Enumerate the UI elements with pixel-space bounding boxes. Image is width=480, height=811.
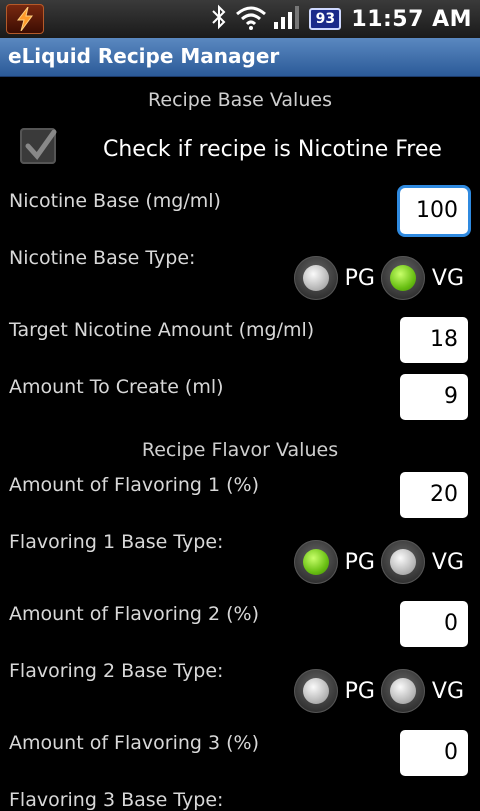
flavor1-vg-radio[interactable] bbox=[380, 540, 425, 584]
nicotine-pg-label: PG bbox=[344, 265, 375, 291]
flavor2-vg-radio[interactable] bbox=[380, 669, 425, 713]
flavor3-input[interactable]: 0 bbox=[400, 730, 468, 776]
flavor1-type-group: PG VG bbox=[293, 540, 470, 584]
flavor2-type-label: Flavoring 2 Base Type: bbox=[9, 660, 224, 682]
amount-to-create-label: Amount To Create (ml) bbox=[9, 376, 224, 398]
target-nicotine-label: Target Nicotine Amount (mg/ml) bbox=[9, 319, 315, 341]
flavor3-type-label: Flavoring 3 Base Type: bbox=[9, 789, 224, 811]
nicotine-base-label: Nicotine Base (mg/ml) bbox=[9, 190, 221, 212]
flavor2-label: Amount of Flavoring 2 (%) bbox=[9, 603, 260, 625]
flavor2-pg-label: PG bbox=[344, 678, 375, 704]
nicotine-free-checkbox[interactable] bbox=[20, 128, 57, 164]
section-header-base: Recipe Base Values bbox=[148, 89, 332, 111]
target-nicotine-input[interactable]: 18 bbox=[400, 317, 468, 363]
nicotine-free-label: Check if recipe is Nicotine Free bbox=[103, 137, 442, 162]
battery-level: 93 bbox=[315, 11, 336, 27]
status-bar: 93 11:57 AM bbox=[0, 0, 480, 38]
amount-to-create-input[interactable]: 9 bbox=[400, 374, 468, 420]
notification-app-icon bbox=[6, 4, 44, 34]
signal-icon bbox=[273, 4, 303, 34]
flavor2-type-group: PG VG bbox=[293, 669, 470, 713]
bluetooth-icon bbox=[209, 4, 229, 34]
wifi-icon bbox=[235, 4, 267, 34]
nicotine-vg-radio[interactable] bbox=[380, 256, 425, 300]
flavor3-label: Amount of Flavoring 3 (%) bbox=[9, 732, 260, 754]
flavor2-vg-label: VG bbox=[431, 678, 464, 704]
status-clock: 11:57 AM bbox=[351, 6, 472, 32]
flavor2-input[interactable]: 0 bbox=[400, 601, 468, 647]
flavor1-pg-label: PG bbox=[344, 549, 375, 575]
section-header-flavor: Recipe Flavor Values bbox=[141, 439, 339, 461]
nicotine-base-type-group: PG VG bbox=[293, 256, 470, 300]
nicotine-base-type-label: Nicotine Base Type: bbox=[9, 247, 196, 269]
flavor1-input[interactable]: 20 bbox=[400, 472, 468, 518]
nicotine-pg-radio[interactable] bbox=[293, 256, 338, 300]
app-title-bar: eLiquid Recipe Manager bbox=[0, 38, 480, 77]
nicotine-vg-label: VG bbox=[431, 265, 464, 291]
app-title: eLiquid Recipe Manager bbox=[8, 44, 280, 68]
checkmark-icon bbox=[25, 129, 57, 160]
flavor1-type-label: Flavoring 1 Base Type: bbox=[9, 531, 224, 553]
flavor2-pg-radio[interactable] bbox=[293, 669, 338, 713]
nicotine-base-input[interactable]: 100 bbox=[400, 188, 468, 234]
battery-icon: 93 bbox=[309, 8, 342, 30]
flavor1-vg-label: VG bbox=[431, 549, 464, 575]
flavor1-pg-radio[interactable] bbox=[293, 540, 338, 584]
flavor1-label: Amount of Flavoring 1 (%) bbox=[9, 474, 260, 496]
